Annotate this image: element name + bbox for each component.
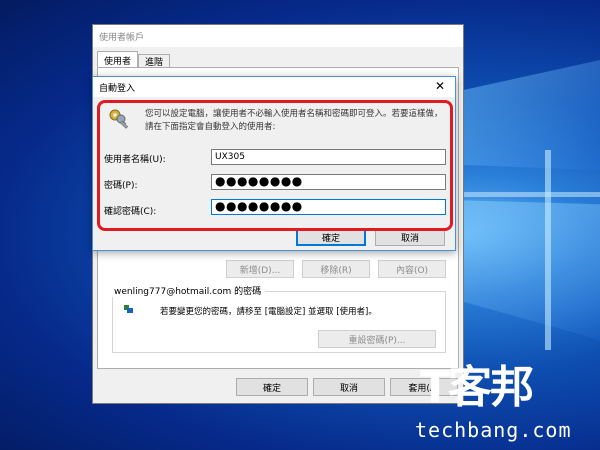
auto-logon-titlebar: 自動登入 ✕: [93, 77, 455, 97]
user-icon: [124, 304, 134, 314]
desktop-light-beam: [450, 200, 600, 340]
password-group-legend: wenling777@hotmail.com 的密碼: [110, 284, 266, 297]
auto-logon-title: 自動登入: [99, 84, 136, 94]
ok-button[interactable]: 確定: [236, 378, 308, 396]
desktop-light-beam: [450, 60, 600, 170]
confirm-password-field[interactable]: ●●●●●●●●: [211, 199, 446, 215]
desktop-light-beam: [545, 150, 551, 350]
techbang-url: techbang.com: [415, 418, 572, 442]
tab-advanced[interactable]: 進階: [138, 54, 171, 68]
desktop-light-beam: [450, 192, 600, 197]
password-field[interactable]: ●●●●●●●●: [211, 174, 446, 190]
reset-password-button[interactable]: 重設密碼(P)...: [318, 330, 436, 348]
cancel-button[interactable]: 取消: [313, 378, 385, 396]
username-label: 使用者名稱(U):: [104, 155, 166, 165]
user-accounts-title: 使用者帳戶: [93, 25, 463, 47]
auto-logon-description: 您可以設定電腦，讓使用者不必輸入使用者名稱和密碼即可登入。若要這樣做，請在下面指…: [145, 109, 443, 132]
properties-button[interactable]: 內容(O): [378, 260, 446, 278]
auto-logon-ok-button[interactable]: 確定: [296, 228, 366, 246]
add-user-button[interactable]: 新增(D)...: [226, 260, 294, 278]
auto-logon-cancel-button[interactable]: 取消: [375, 228, 445, 246]
remove-user-button[interactable]: 移除(R): [302, 260, 370, 278]
password-label: 密碼(P):: [104, 181, 138, 191]
tab-users[interactable]: 使用者: [97, 51, 139, 67]
close-icon[interactable]: ✕: [435, 79, 445, 93]
techbang-logo: T客邦: [420, 362, 534, 413]
user-accounts-tabs: 使用者 進階: [97, 51, 171, 68]
keys-icon: [107, 107, 131, 131]
username-field[interactable]: [211, 149, 446, 165]
confirm-password-label: 確認密碼(C):: [104, 207, 157, 217]
password-change-instructions: 若要變更您的密碼，請移至 [電腦設定] 並選取 [使用者]。: [160, 307, 377, 317]
